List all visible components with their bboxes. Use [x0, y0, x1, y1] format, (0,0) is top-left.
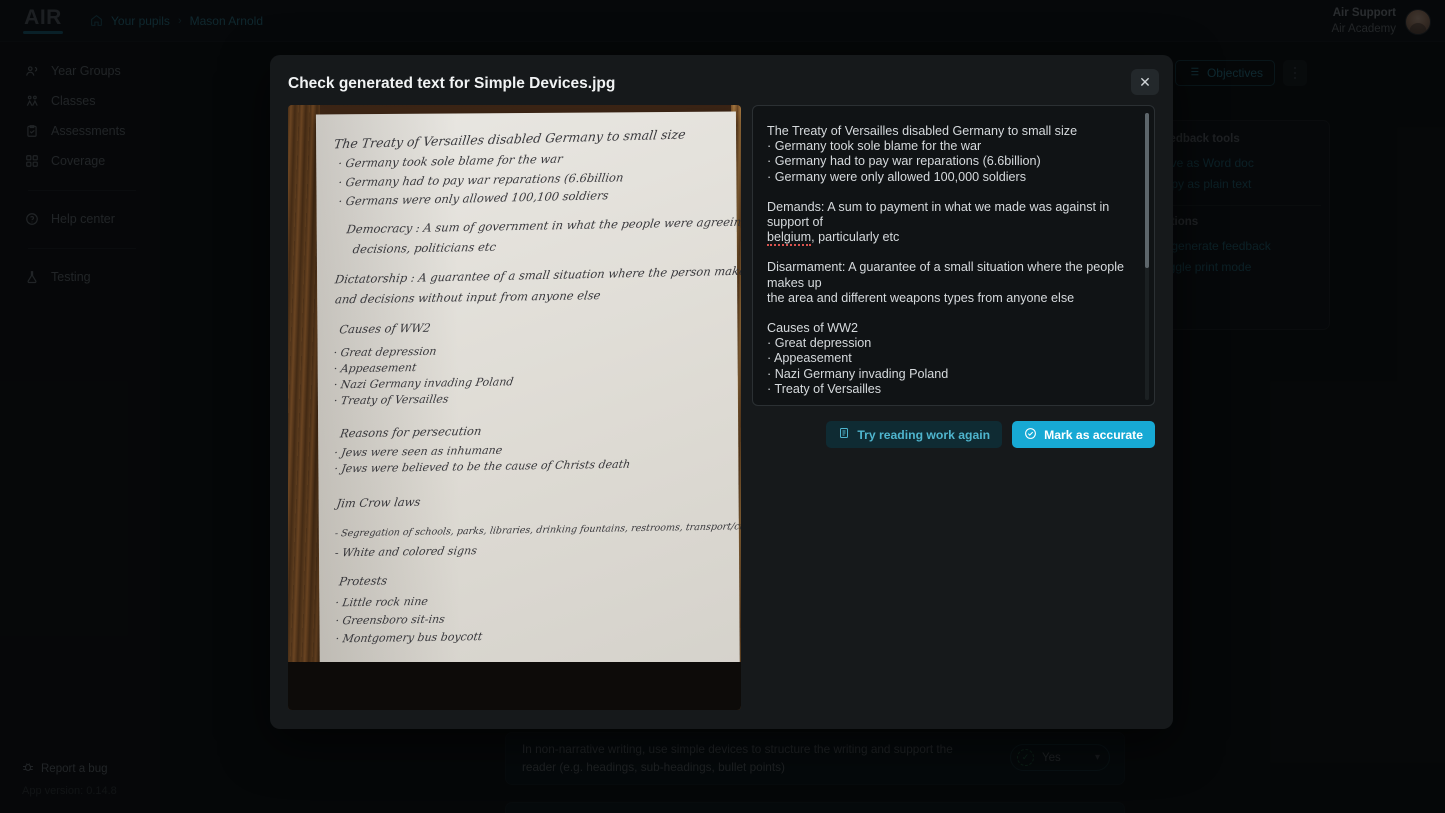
handwriting-line: - Segregation of schools, parks, librari… — [334, 520, 741, 540]
generated-text-paragraph-gap — [767, 185, 1127, 200]
generated-text-line: · Great depression — [767, 336, 872, 351]
generated-text-line: belgium, particularly etc — [767, 230, 900, 247]
handwriting-line: - White and colored signs — [334, 544, 478, 560]
handwriting-line: · Nazi Germany invading Poland — [332, 375, 515, 392]
text-panel-scrollbar-thumb[interactable] — [1145, 113, 1149, 268]
photo-shadow-bottom — [288, 662, 741, 710]
generated-text-paragraph-gap — [767, 245, 1127, 260]
try-reading-work-again-button[interactable]: Try reading work again — [826, 421, 1003, 448]
generated-text-panel[interactable]: The Treaty of Versailles disabled German… — [752, 105, 1155, 406]
document-icon — [838, 427, 850, 442]
handwriting-line: and decisions without input from anyone … — [334, 288, 602, 307]
generated-text-paragraph-gap — [767, 397, 1127, 405]
handwriting-line: · Germany had to pay war reparations (6.… — [337, 170, 625, 190]
mark-as-accurate-button[interactable]: Mark as accurate — [1012, 421, 1155, 448]
check-circle-icon — [1024, 427, 1037, 443]
handwriting-line: Protests — [338, 573, 389, 589]
handwriting-line: · Appeasement — [332, 361, 418, 376]
generated-text-line: · Appeasement — [767, 351, 852, 366]
app-root: AIR Your pupils › Mason Arnold Air Suppo… — [0, 0, 1445, 813]
try-reading-work-again-label: Try reading work again — [857, 427, 991, 442]
photo-wood-left — [288, 105, 320, 710]
handwriting-line: · Greensboro sit-ins — [334, 612, 446, 628]
close-icon[interactable]: ✕ — [1131, 69, 1159, 95]
generated-text-line: · Treaty of Versailles — [767, 381, 882, 396]
generated-text-line: · Nazi Germany invading Poland — [767, 366, 949, 381]
generated-text-content: The Treaty of Versailles disabled German… — [767, 124, 1127, 405]
handwriting-line: · Treaty of Versailles — [332, 392, 450, 408]
generated-text-line: the area and different weapons types fro… — [767, 290, 1075, 305]
generated-text-line: The Treaty of Versailles disabled German… — [767, 124, 1078, 138]
handwriting-line: Dictatorship : A guarantee of a small si… — [334, 262, 741, 287]
handwriting-line: Democracy : A sum of government in what … — [345, 213, 741, 237]
generated-text-line: · Germany had to pay war reparations (6.… — [767, 154, 1041, 169]
generated-text-line: · Germany took sole blame for the war — [767, 139, 982, 154]
handwriting-line: Causes of WW2 — [338, 320, 432, 337]
generated-text-line: Causes of WW2 — [767, 321, 858, 336]
handwriting-line: Reasons for persecution — [339, 423, 483, 441]
generated-text-paragraph-gap — [767, 306, 1127, 321]
spellcheck-misspelling: belgium — [767, 230, 812, 247]
modal-title: Check generated text for Simple Devices.… — [288, 75, 616, 92]
handwriting-line: · Jews were seen as inhumane — [333, 443, 504, 460]
handwriting-line: Jim Crow laws — [335, 494, 422, 511]
handwriting-line: · Jews were believed to be the cause of … — [333, 457, 632, 476]
modal-action-buttons: Try reading work again Mark as accurate — [752, 421, 1155, 448]
generated-text-line: Disarmament: A guarantee of a small situ… — [767, 260, 1125, 290]
generated-text-line: Demands: A sum to payment in what we mad… — [767, 199, 1110, 230]
handwriting-line: The Treaty of Versailles disabled German… — [333, 126, 687, 152]
check-generated-text-modal: Check generated text for Simple Devices.… — [270, 55, 1173, 729]
handwriting-line: · Germany took sole blame for the war — [337, 151, 564, 171]
handwriting-line: decisions, politicians etc — [351, 239, 497, 257]
mark-as-accurate-label: Mark as accurate — [1044, 427, 1143, 442]
handwriting-line: · Great depression — [332, 344, 438, 360]
handwritten-work-photo[interactable]: The Treaty of Versailles disabled German… — [288, 105, 741, 710]
handwriting-line: · Germans were only allowed 100,100 sold… — [337, 188, 610, 209]
handwriting-line: · Little rock nine — [334, 594, 429, 610]
paper-sheet: The Treaty of Versailles disabled German… — [315, 111, 741, 710]
generated-text-line: · Germany were only allowed 100,000 sold… — [767, 169, 1027, 184]
handwriting-line: · Montgomery bus boycott — [334, 630, 484, 646]
